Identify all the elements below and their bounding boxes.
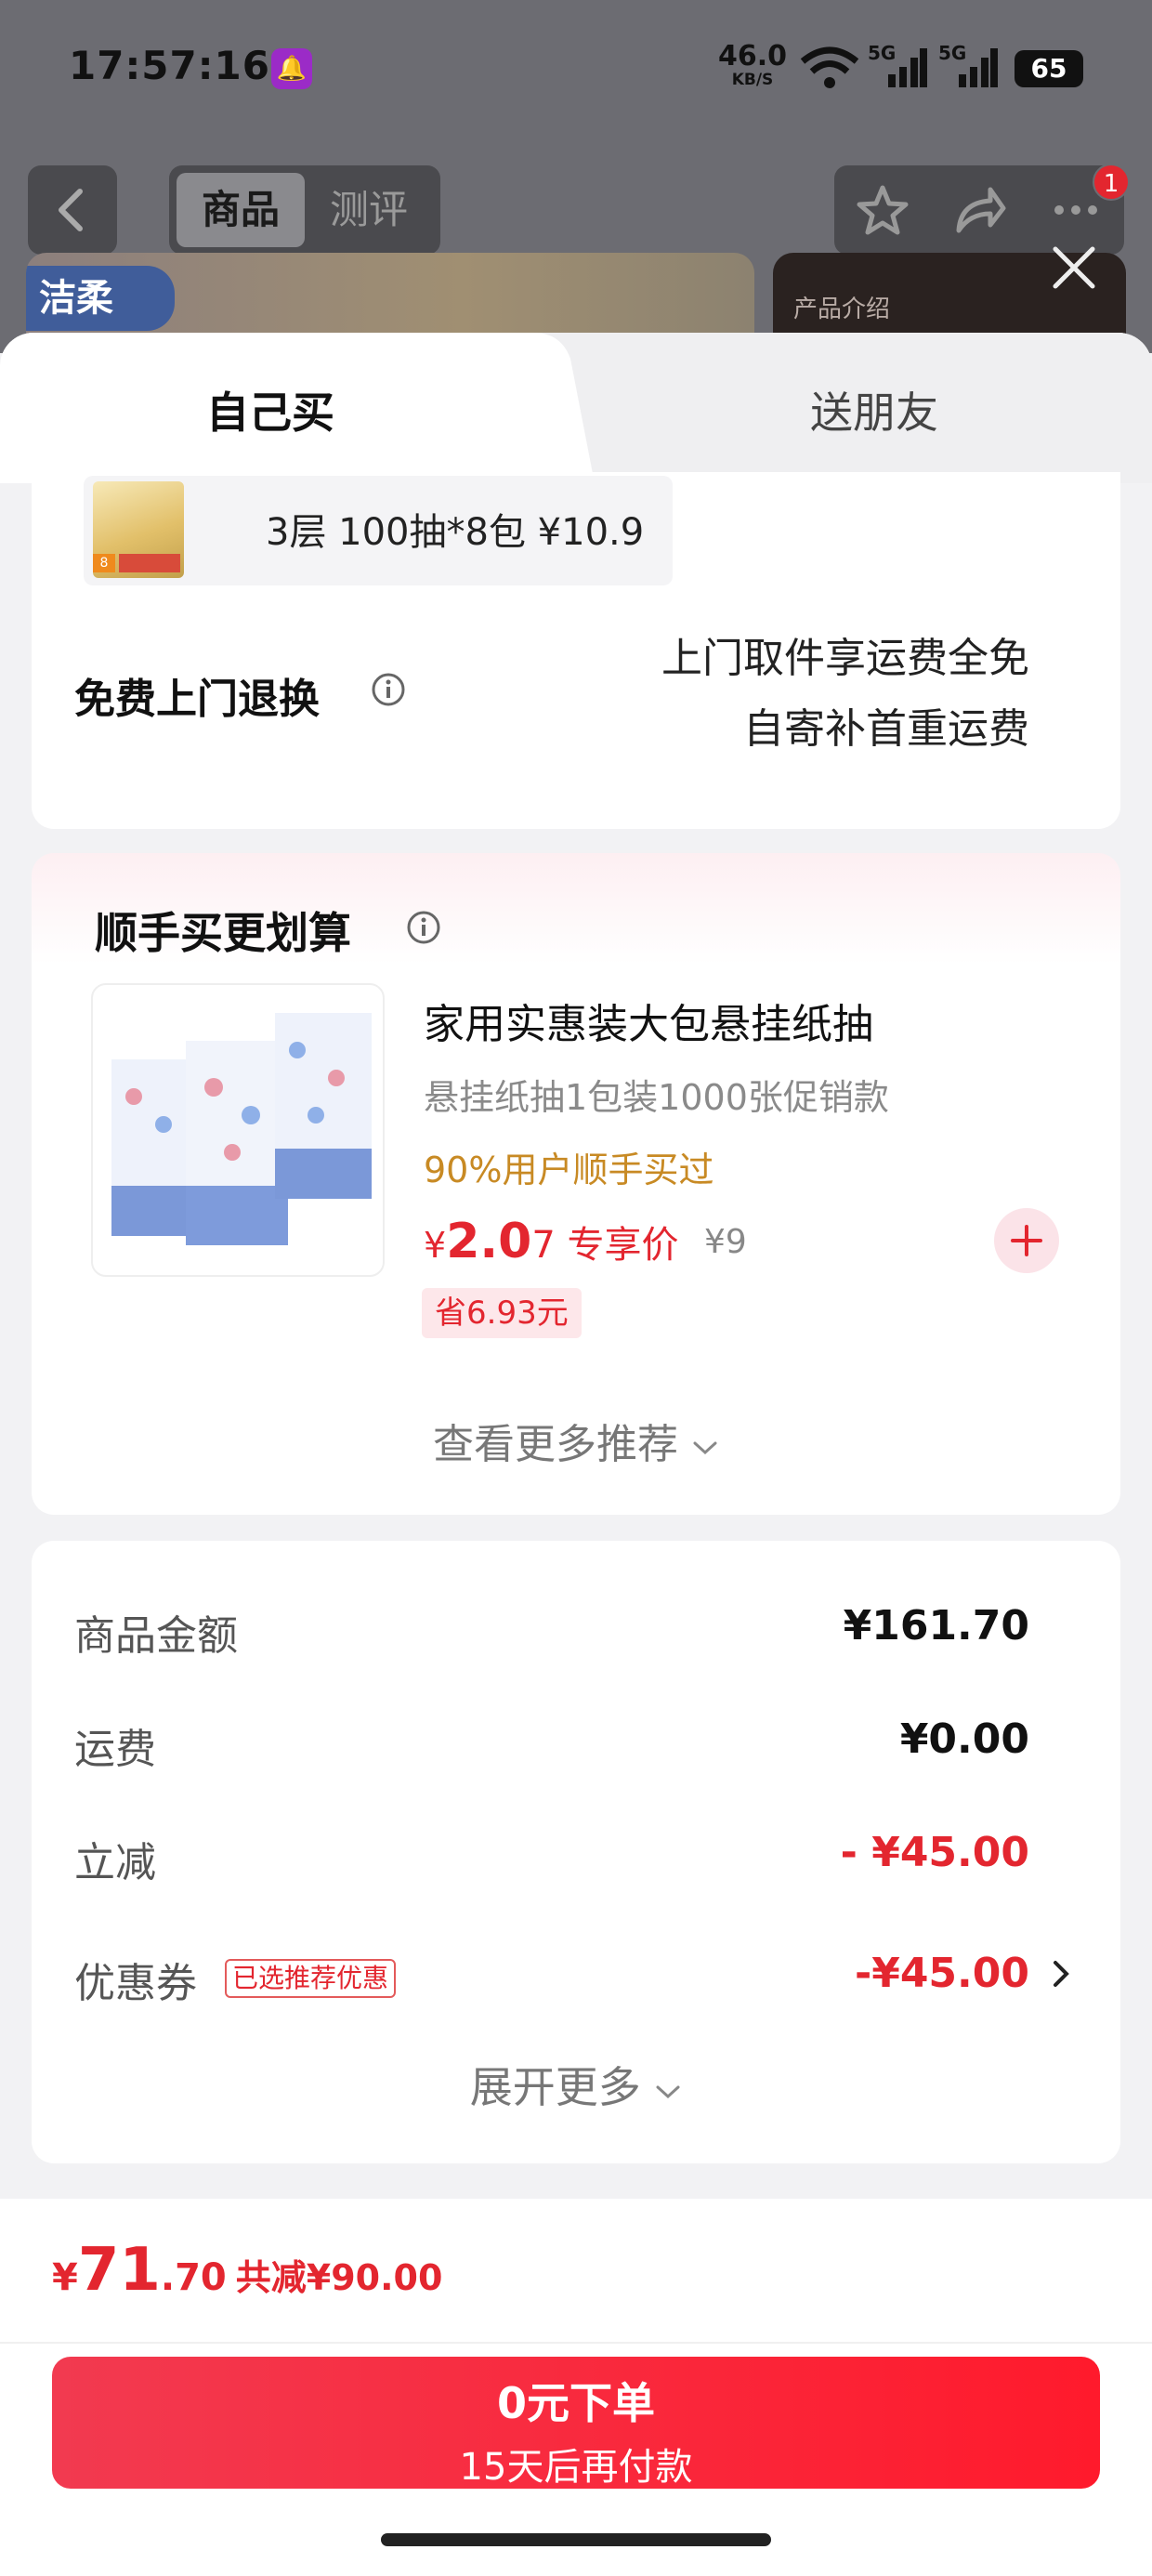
total-price: ¥71.70 共减¥90.00: [52, 2236, 443, 2305]
price-summary-card: 商品金额 ¥161.70 运费 ¥0.00 立减 - ¥45.00 优惠券 已选…: [32, 1541, 1120, 2163]
return-pickup-line: 上门取件享运费全免: [661, 635, 1029, 682]
chevron-down-icon: [693, 1441, 717, 1455]
summary-value-discount: - ¥45.00: [840, 1829, 1029, 1876]
summary-label-coupon: 优惠券: [74, 1960, 197, 2007]
brand-logo: 洁柔: [26, 266, 175, 331]
back-button[interactable]: [28, 165, 117, 255]
background-page: 17:57:16 🔔 46.0 KB/S 5G 5G 65 商品 测评 1 洁柔…: [0, 0, 1152, 353]
summary-value-shipping: ¥0.00: [899, 1715, 1029, 1763]
summary-value-coupon[interactable]: -¥45.00: [855, 1950, 1029, 1997]
svg-text:5G: 5G: [938, 42, 966, 64]
chevron-down-icon: [656, 2085, 680, 2099]
svg-text:5G: 5G: [868, 42, 896, 64]
info-icon[interactable]: [370, 671, 407, 708]
checkout-footer: ¥71.70 共减¥90.00 0元下单 15天后再付款: [0, 2199, 1152, 2576]
total-saved: 共减¥90.00: [235, 2257, 443, 2298]
close-icon[interactable]: [1044, 238, 1104, 297]
product-popularity: 90%用户顺手买过: [424, 1150, 714, 1190]
status-time: 17:57:16: [69, 43, 270, 88]
product-name[interactable]: 家用实惠装大包悬挂纸抽: [424, 991, 873, 1050]
place-order-button[interactable]: 0元下单 15天后再付款: [52, 2357, 1100, 2489]
cart-badge: 1: [1093, 164, 1130, 201]
product-intro-label: 产品介绍: [793, 296, 891, 323]
status-bar: 17:57:16 🔔 46.0 KB/S 5G 5G 65: [0, 0, 1152, 139]
product-review-tabs: 商品 测评: [169, 165, 440, 255]
notification-bell-icon: 🔔: [271, 48, 312, 89]
recommend-card: 顺手买更划算 家用实惠装大包悬挂纸抽 悬挂纸抽1包装1000张促销款 90%用户…: [32, 853, 1120, 1515]
product-original-price: ¥9: [704, 1223, 747, 1261]
recommend-title: 顺手买更划算: [95, 908, 351, 958]
summary-label-shipping: 运费: [74, 1726, 156, 1773]
tab-buy-for-self[interactable]: 自己买: [206, 379, 334, 440]
purchase-mode-tabs: 自己买 送朋友: [0, 333, 1152, 483]
signal-5g-icon: 5G: [868, 42, 927, 87]
expand-more-button[interactable]: 展开更多: [32, 2054, 1120, 2115]
home-indicator[interactable]: [381, 2533, 771, 2546]
share-icon[interactable]: [949, 180, 1009, 240]
add-product-button[interactable]: [994, 1208, 1059, 1273]
star-icon[interactable]: [853, 180, 912, 240]
summary-label-discount: 立减: [74, 1839, 156, 1886]
tab-product[interactable]: 商品: [177, 173, 305, 247]
selected-sku-chip[interactable]: 8 3层 100抽*8包 ¥10.9: [84, 476, 673, 585]
signal-5g-icon-2: 5G: [938, 42, 998, 87]
free-return-title: 免费上门退换: [74, 676, 320, 723]
info-icon[interactable]: [405, 909, 442, 946]
product-price: ¥2.07 专享价: [424, 1214, 679, 1269]
sku-text: 3层 100抽*8包 ¥10.9: [266, 511, 645, 554]
coupon-tag: 已选推荐优惠: [225, 1959, 397, 1998]
tab-review[interactable]: 测评: [305, 173, 433, 247]
summary-label-goods: 商品金额: [74, 1612, 238, 1660]
save-tag: 省6.93元: [422, 1288, 582, 1338]
network-speed: 46.0 KB/S: [717, 40, 788, 89]
return-selfship-line: 自寄补首重运费: [743, 705, 1029, 753]
chevron-right-icon[interactable]: [1048, 1955, 1076, 1992]
more-recommend-button[interactable]: 查看更多推荐: [32, 1411, 1120, 1470]
chevron-left-icon: [59, 189, 83, 231]
product-image[interactable]: [91, 983, 385, 1277]
sku-thumbnail: 8: [93, 481, 184, 578]
summary-value-goods: ¥161.70: [843, 1602, 1029, 1649]
sku-return-card: 8 3层 100抽*8包 ¥10.9 免费上门退换 上门取件享运费全免 自寄补首…: [32, 472, 1120, 829]
product-subtitle: 悬挂纸抽1包装1000张促销款: [424, 1077, 889, 1118]
plus-icon: [1011, 1225, 1042, 1256]
wifi-icon: [800, 46, 859, 88]
battery-icon: 65: [1015, 50, 1083, 87]
tab-send-to-friend[interactable]: 送朋友: [810, 379, 938, 440]
